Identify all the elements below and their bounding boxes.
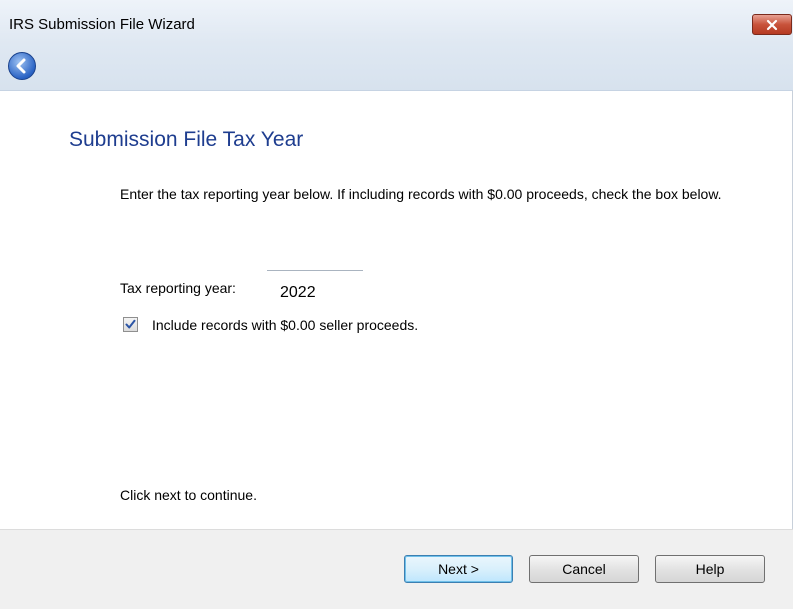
wizard-window: IRS Submission File Wizard Submission Fi… (0, 0, 793, 609)
title-bar: IRS Submission File Wizard (0, 0, 793, 44)
back-arrow-icon (16, 58, 26, 74)
cancel-button[interactable]: Cancel (529, 555, 639, 583)
tax-year-label: Tax reporting year: (120, 280, 236, 296)
next-button[interactable]: Next > (404, 555, 513, 583)
help-button[interactable]: Help (655, 555, 765, 583)
close-icon (766, 19, 778, 30)
instructions-text: Enter the tax reporting year below. If i… (120, 186, 722, 202)
window-title: IRS Submission File Wizard (9, 16, 195, 33)
back-button[interactable] (8, 52, 36, 80)
tax-year-input[interactable] (267, 270, 363, 304)
close-button[interactable] (752, 14, 792, 35)
continue-text: Click next to continue. (120, 487, 257, 503)
page-title: Submission File Tax Year (69, 128, 304, 151)
header-divider (0, 90, 793, 91)
checkmark-icon (125, 319, 136, 329)
navigation-bar (0, 44, 793, 90)
include-zero-label[interactable]: Include records with $0.00 seller procee… (152, 317, 418, 333)
include-zero-checkbox[interactable] (123, 317, 138, 332)
